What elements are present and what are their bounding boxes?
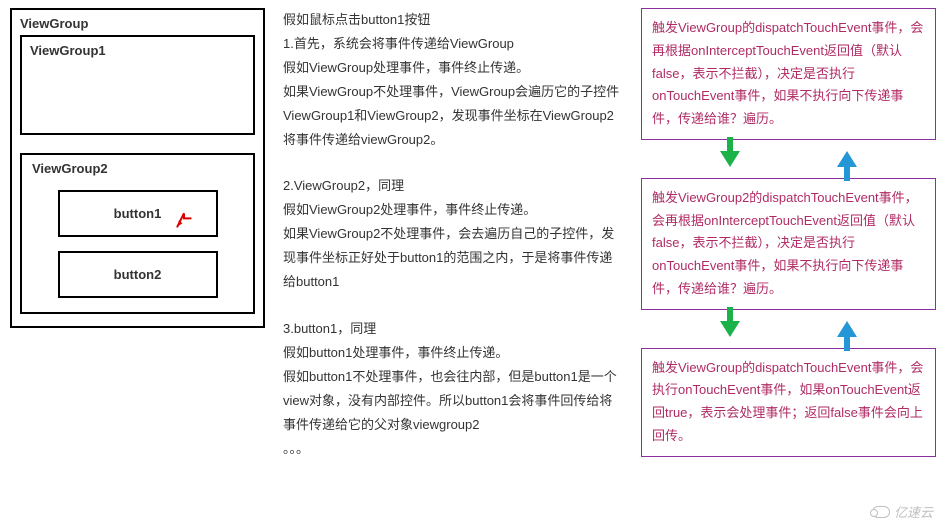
viewgroup1-label: ViewGroup1 bbox=[30, 43, 245, 58]
viewgroup-label: ViewGroup bbox=[20, 16, 255, 31]
viewgroup1-box: ViewGroup1 bbox=[20, 35, 255, 135]
mid-p2-l2: 假如ViewGroup2处理事件，事件终止传递。 bbox=[283, 198, 623, 222]
mid-p3-l3: 假如button1不处理事件，也会往内部，但是button1是一个view对象，… bbox=[283, 365, 623, 437]
watermark-logo-icon bbox=[872, 506, 890, 518]
arrow-up-icon bbox=[837, 151, 857, 167]
viewgroup2-box: ViewGroup2 button1 button2 bbox=[20, 153, 255, 314]
column-left: ViewGroup ViewGroup1 ViewGroup2 button1 … bbox=[10, 8, 265, 461]
button2-box: button2 bbox=[58, 251, 218, 298]
mid-p2-l1: 2.ViewGroup2，同理 bbox=[283, 174, 623, 198]
viewgroup2-label: ViewGroup2 bbox=[32, 161, 243, 176]
column-right: 触发ViewGroup的dispatchTouchEvent事件，会再根据onI… bbox=[641, 8, 936, 461]
right-box-3: 触发ViewGroup的dispatchTouchEvent事件，会执行onTo… bbox=[641, 348, 936, 457]
watermark: 亿速云 bbox=[872, 502, 933, 521]
mid-p1-l3: 假如ViewGroup处理事件，事件终止传递。 bbox=[283, 56, 623, 80]
paragraph-gap bbox=[283, 152, 623, 174]
arrow-up-icon bbox=[837, 321, 857, 337]
right-box-2: 触发ViewGroup2的dispatchTouchEvent事件，会再根据on… bbox=[641, 178, 936, 310]
button2-label: button2 bbox=[114, 267, 162, 282]
mid-p1-l4: 如果ViewGroup不处理事件，ViewGroup会遍历它的子控件ViewGr… bbox=[283, 80, 623, 152]
pointer-arrow-icon bbox=[174, 210, 194, 230]
watermark-text: 亿速云 bbox=[894, 502, 933, 521]
mid-p3-l2: 假如button1处理事件，事件终止传递。 bbox=[283, 341, 623, 365]
paragraph-gap bbox=[283, 295, 623, 317]
column-middle: 假如鼠标点击button1按钮 1.首先，系统会将事件传递给ViewGroup … bbox=[283, 8, 623, 461]
viewgroup-outer-box: ViewGroup ViewGroup1 ViewGroup2 button1 … bbox=[10, 8, 265, 328]
mid-p3-l1: 3.button1，同理 bbox=[283, 317, 623, 341]
arrow-row-1 bbox=[641, 140, 936, 178]
mid-p1-l2: 1.首先，系统会将事件传递给ViewGroup bbox=[283, 32, 623, 56]
button1-label: button1 bbox=[114, 206, 162, 221]
arrow-down-icon bbox=[720, 151, 740, 167]
right-box-1: 触发ViewGroup的dispatchTouchEvent事件，会再根据onI… bbox=[641, 8, 936, 140]
mid-p3-l4: 。。。 bbox=[283, 437, 623, 461]
diagram-root: ViewGroup ViewGroup1 ViewGroup2 button1 … bbox=[0, 0, 943, 469]
mid-p1-l1: 假如鼠标点击button1按钮 bbox=[283, 8, 623, 32]
arrow-down-icon bbox=[720, 321, 740, 337]
button1-box: button1 bbox=[58, 190, 218, 237]
mid-p2-l3: 如果ViewGroup2不处理事件，会去遍历自己的子控件，发现事件坐标正好处于b… bbox=[283, 222, 623, 294]
arrow-row-2 bbox=[641, 310, 936, 348]
